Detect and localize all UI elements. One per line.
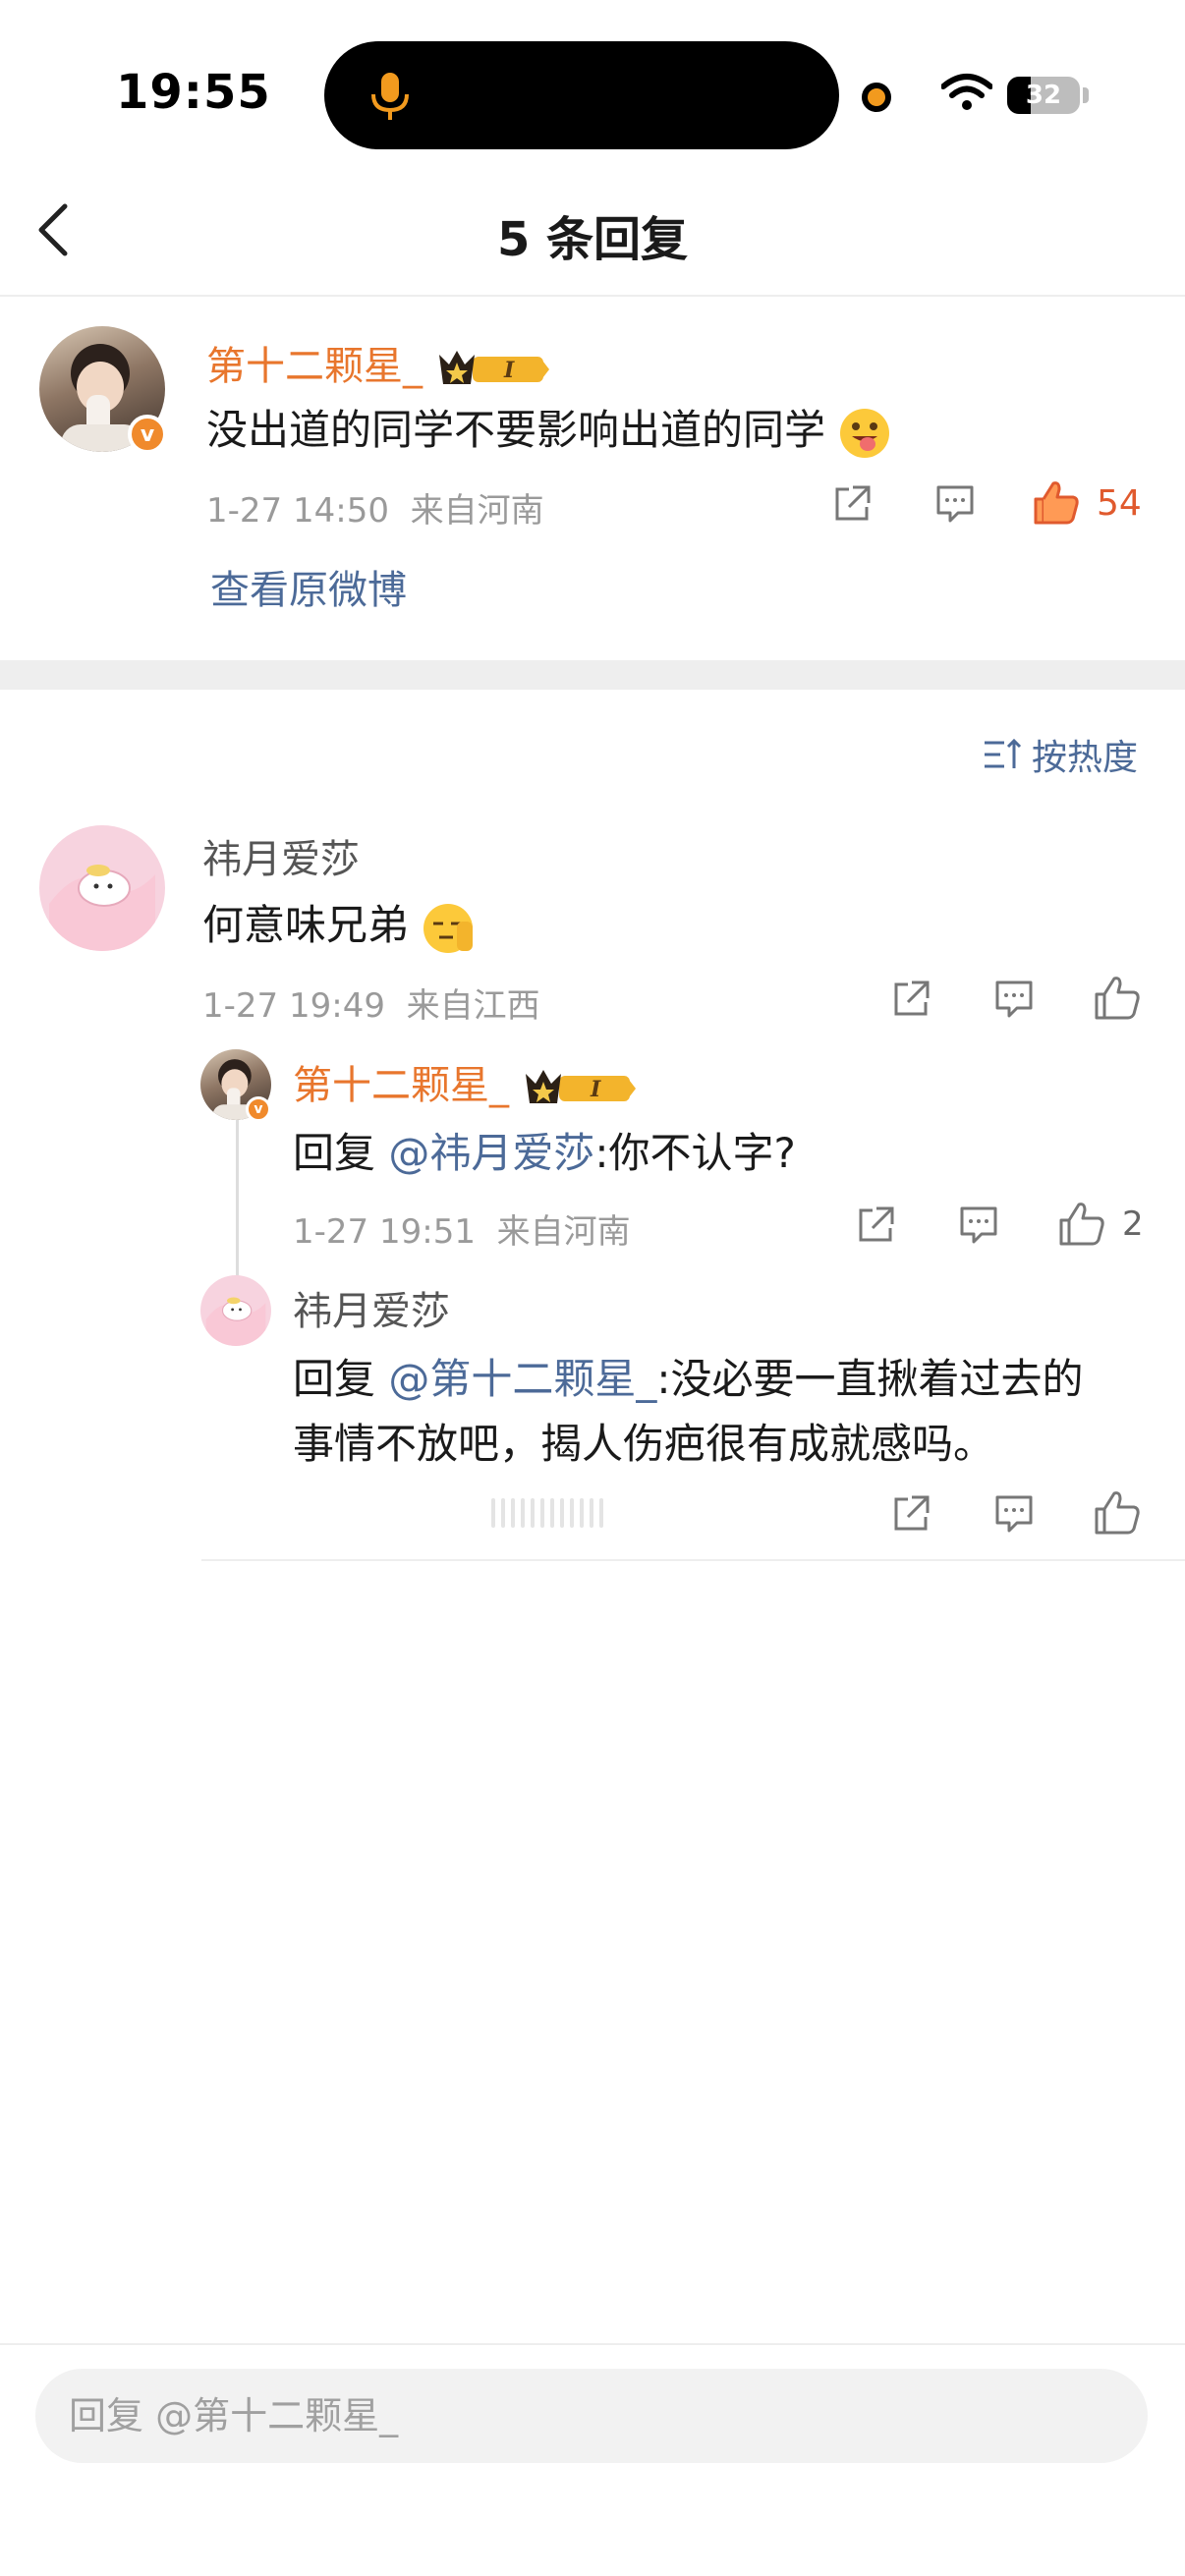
post-username[interactable]: 第十二颗星_ xyxy=(206,344,423,389)
battery-cap xyxy=(1083,87,1089,103)
reply-text-line2: 事情不放吧，揭人伤疤很有成就感吗。 xyxy=(293,1420,995,1468)
nav-bar: 5 条回复 xyxy=(0,157,1185,297)
view-original-link[interactable]: 查看原微博 xyxy=(210,558,407,615)
like-icon[interactable] xyxy=(1093,1487,1142,1537)
reply-text: 回复 @第十二颗星_:没必要一直揪着过去的 xyxy=(293,1346,1084,1406)
reply-meta: 1-27 19:51 来自河南 xyxy=(293,1204,631,1253)
comment-icon[interactable] xyxy=(934,483,976,525)
verified-badge-icon: v xyxy=(246,1096,271,1122)
status-bar: 19:55 32 xyxy=(0,0,1185,157)
avatar-cartoon-icon xyxy=(205,1297,266,1346)
sort-icon xyxy=(985,738,1022,768)
comment-meta: 1-27 19:49 来自江西 xyxy=(202,979,540,1027)
post-author-line: 第十二颗星_ I xyxy=(206,334,551,391)
sort-by-hot-button[interactable]: 按热度 xyxy=(983,727,1138,782)
reply-date: 1-27 19:51 xyxy=(293,1212,476,1252)
post-text: 没出道的同学不要影响出道的同学 xyxy=(206,397,891,460)
reply-prefix: 回复 xyxy=(293,1129,376,1177)
microphone-icon xyxy=(371,73,409,120)
like-icon-active[interactable] xyxy=(1032,477,1081,527)
tongue-emoji-icon xyxy=(840,408,890,458)
reply-text: 回复 @祎月爱莎:你不认字? xyxy=(293,1120,796,1180)
reply-text-line1: :没必要一直揪着过去的 xyxy=(656,1355,1084,1403)
sort-label: 按热度 xyxy=(1032,738,1139,778)
wifi-icon xyxy=(941,74,992,110)
comment-text-content: 何意味兄弟 xyxy=(202,901,410,949)
battery-indicator: 32 xyxy=(1007,77,1080,114)
share-icon[interactable] xyxy=(855,1204,896,1246)
post-text-content: 没出道的同学不要影响出道的同学 xyxy=(206,406,826,454)
avatar[interactable] xyxy=(200,1275,271,1346)
share-icon[interactable] xyxy=(831,483,873,525)
mention-link[interactable]: @祎月爱莎 xyxy=(388,1129,594,1177)
reply-location: 来自河南 xyxy=(496,1212,631,1252)
avatar[interactable] xyxy=(39,825,165,951)
comment-icon[interactable] xyxy=(958,1204,999,1246)
status-time: 19:55 xyxy=(116,65,271,120)
crown-badge-icon: I xyxy=(438,351,549,384)
reply-bar xyxy=(0,2343,1185,2576)
comment-username[interactable]: 祎月爱莎 xyxy=(202,827,360,884)
reply-input[interactable] xyxy=(35,2369,1148,2463)
share-icon[interactable] xyxy=(890,1493,931,1535)
camera-indicator-icon xyxy=(862,83,891,112)
like-icon[interactable] xyxy=(1093,973,1142,1022)
thread-connector-line xyxy=(236,1120,239,1277)
crown-badge-icon: I xyxy=(525,1070,636,1103)
reply-prefix: 回复 xyxy=(293,1355,376,1403)
original-comment: v 第十二颗星_ I 没出道的同学不要影响出道的同学 1-27 14:50 来自… xyxy=(0,297,1185,660)
post-location: 来自河南 xyxy=(410,491,544,531)
section-divider xyxy=(0,660,1185,690)
reply-author-line: 第十二颗星_ I xyxy=(293,1053,638,1110)
post-like-count: 54 xyxy=(1097,483,1142,524)
comment-icon[interactable] xyxy=(993,1493,1035,1535)
reply-username[interactable]: 祎月爱莎 xyxy=(293,1279,450,1336)
badge-letter: I xyxy=(503,358,515,383)
comment-date: 1-27 19:49 xyxy=(202,986,385,1026)
comment-text: 何意味兄弟 xyxy=(202,892,475,955)
avatar-cartoon-icon xyxy=(49,865,155,951)
like-icon[interactable] xyxy=(1057,1199,1106,1248)
dynamic-island xyxy=(324,41,839,149)
battery-level: 32 xyxy=(1025,81,1062,110)
back-icon[interactable] xyxy=(29,200,79,259)
share-icon[interactable] xyxy=(890,979,931,1020)
loading-indicator xyxy=(491,1498,603,1528)
comment-icon[interactable] xyxy=(993,979,1035,1020)
reply-like-count: 2 xyxy=(1122,1204,1144,1244)
facepalm-emoji-icon xyxy=(423,903,474,953)
reply-divider xyxy=(201,1559,1185,1561)
badge-letter: I xyxy=(590,1077,601,1102)
comment-location: 来自江西 xyxy=(406,986,540,1026)
verified-badge-icon: v xyxy=(128,415,167,454)
post-meta: 1-27 14:50 来自河南 xyxy=(206,483,544,532)
reply-username[interactable]: 第十二颗星_ xyxy=(293,1063,509,1108)
reply-text-content: :你不认字? xyxy=(594,1129,796,1177)
mention-link[interactable]: @第十二颗星_ xyxy=(388,1355,656,1403)
post-date: 1-27 14:50 xyxy=(206,491,389,531)
page-title: 5 条回复 xyxy=(496,212,689,267)
